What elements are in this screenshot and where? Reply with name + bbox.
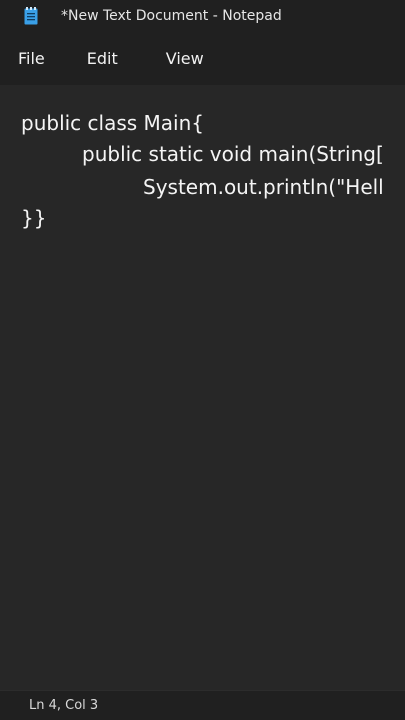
- code-line-1: public class Main{: [21, 111, 205, 135]
- menu-file[interactable]: File: [8, 43, 55, 74]
- text-editor-area[interactable]: public class Main{ public static void ma…: [0, 85, 405, 690]
- code-line-2: public static void main(String[: [82, 142, 384, 166]
- code-line-3: System.out.println("Hell: [143, 175, 384, 199]
- window-title: *New Text Document - Notepad: [61, 7, 282, 24]
- code-line-4: }}: [21, 206, 47, 230]
- status-bar: Ln 4, Col 3: [0, 690, 405, 720]
- menu-bar: File Edit View: [0, 31, 405, 85]
- cursor-position: Ln 4, Col 3: [29, 698, 99, 713]
- menu-edit[interactable]: Edit: [77, 43, 128, 74]
- notepad-icon: [24, 6, 38, 25]
- menu-view[interactable]: View: [156, 43, 214, 74]
- title-bar[interactable]: *New Text Document - Notepad: [0, 0, 405, 31]
- notepad-window: *New Text Document - Notepad File Edit V…: [0, 0, 405, 720]
